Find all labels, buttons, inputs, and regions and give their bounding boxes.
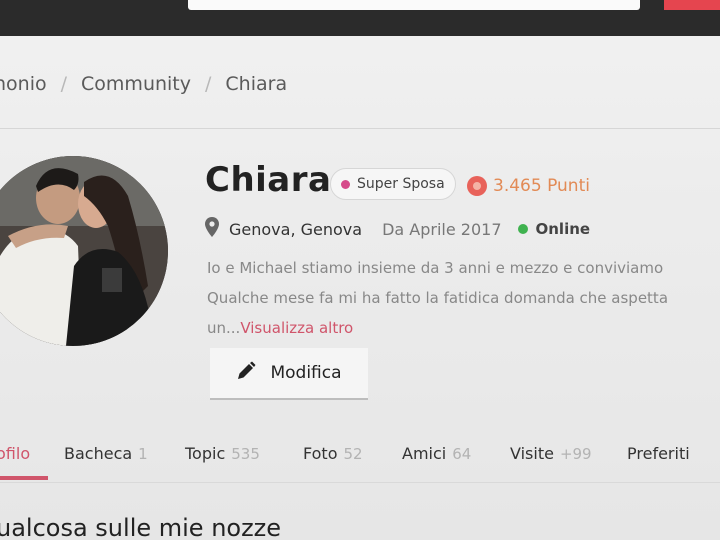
- breadcrumb-item-community[interactable]: Community: [81, 73, 191, 95]
- tab-count: 535: [231, 445, 260, 463]
- points-icon: [467, 176, 487, 196]
- breadcrumb-separator: /: [60, 73, 68, 95]
- status-badge: Super Sposa: [330, 168, 456, 200]
- online-indicator: [517, 224, 528, 234]
- section-heading: ualcosa sulle mie nozze: [0, 514, 282, 540]
- bio-line: un...Visualizza altro: [207, 313, 720, 343]
- points-counter: 3.465 Punti: [467, 176, 590, 196]
- member-since: Da Aprile 2017: [382, 219, 502, 239]
- tab-count: +99: [559, 445, 592, 463]
- tab-label: ofilo: [0, 444, 31, 463]
- profile-location: Genova, Genova: [229, 219, 363, 239]
- tab-label: Topic: [185, 444, 226, 463]
- screen: nonio / Community / Chiara Chiara Super: [0, 0, 720, 540]
- bio-line: Io e Michael stiamo insieme da 3 anni e …: [207, 259, 664, 277]
- pencil-icon: [236, 361, 256, 386]
- tab-label: Foto: [303, 444, 338, 463]
- breadcrumb-item-matrimonio[interactable]: nonio: [0, 73, 47, 95]
- edit-button-label: Modifica: [270, 363, 342, 383]
- avatar[interactable]: [0, 156, 168, 346]
- tab-bacheca[interactable]: Bacheca 1: [64, 444, 148, 463]
- top-header-bar: [0, 0, 720, 36]
- map-pin-icon: [205, 217, 219, 241]
- tab-count: 64: [452, 445, 472, 463]
- tab-foto[interactable]: Foto 52: [303, 444, 363, 463]
- points-label: 3.465 Punti: [493, 176, 590, 196]
- show-more-link[interactable]: Visualizza altro: [240, 319, 353, 337]
- bio-line: Qualche mese fa mi ha fatto la fatidica …: [207, 289, 669, 307]
- tab-count: 1: [138, 445, 148, 463]
- tab-label: Amici: [402, 444, 447, 463]
- tab-profilo[interactable]: ofilo: [0, 444, 30, 463]
- badge-label: Super Sposa: [357, 176, 445, 192]
- tab-label: Preferiti: [627, 444, 690, 463]
- profile-meta: Genova, Genova Da Aprile 2017 Online: [205, 216, 590, 242]
- tab-amici[interactable]: Amici 64: [402, 444, 471, 463]
- online-status: Online: [535, 220, 591, 238]
- profile-bio: Io e Michael stiamo insieme da 3 anni e …: [207, 253, 720, 343]
- tab-label: Bacheca: [64, 444, 133, 463]
- breadcrumb-item-current: Chiara: [225, 73, 288, 95]
- breadcrumb: nonio / Community / Chiara: [0, 70, 287, 98]
- tab-preferiti[interactable]: Preferiti: [627, 444, 690, 463]
- header-divider: [0, 128, 720, 129]
- header-action-button[interactable]: [664, 0, 720, 10]
- bio-ellipsis: ...: [226, 319, 241, 337]
- active-tab-indicator: [0, 476, 48, 480]
- edit-profile-button[interactable]: Modifica: [210, 348, 368, 400]
- tab-label: Visite: [510, 444, 554, 463]
- tab-visite[interactable]: Visite +99: [510, 444, 592, 463]
- avatar-photo: [0, 156, 168, 346]
- bio-line-prefix: un: [207, 319, 227, 337]
- badge-dot: [341, 179, 350, 189]
- search-input[interactable]: [188, 0, 640, 10]
- breadcrumb-separator: /: [205, 73, 212, 95]
- tab-topic[interactable]: Topic 535: [185, 444, 260, 463]
- profile-tabs: ofilo Bacheca 1 Topic 535 Foto 52 Amici 64 V…: [0, 436, 720, 483]
- tab-count: 52: [343, 445, 363, 463]
- profile-name: Chiara: [205, 160, 332, 200]
